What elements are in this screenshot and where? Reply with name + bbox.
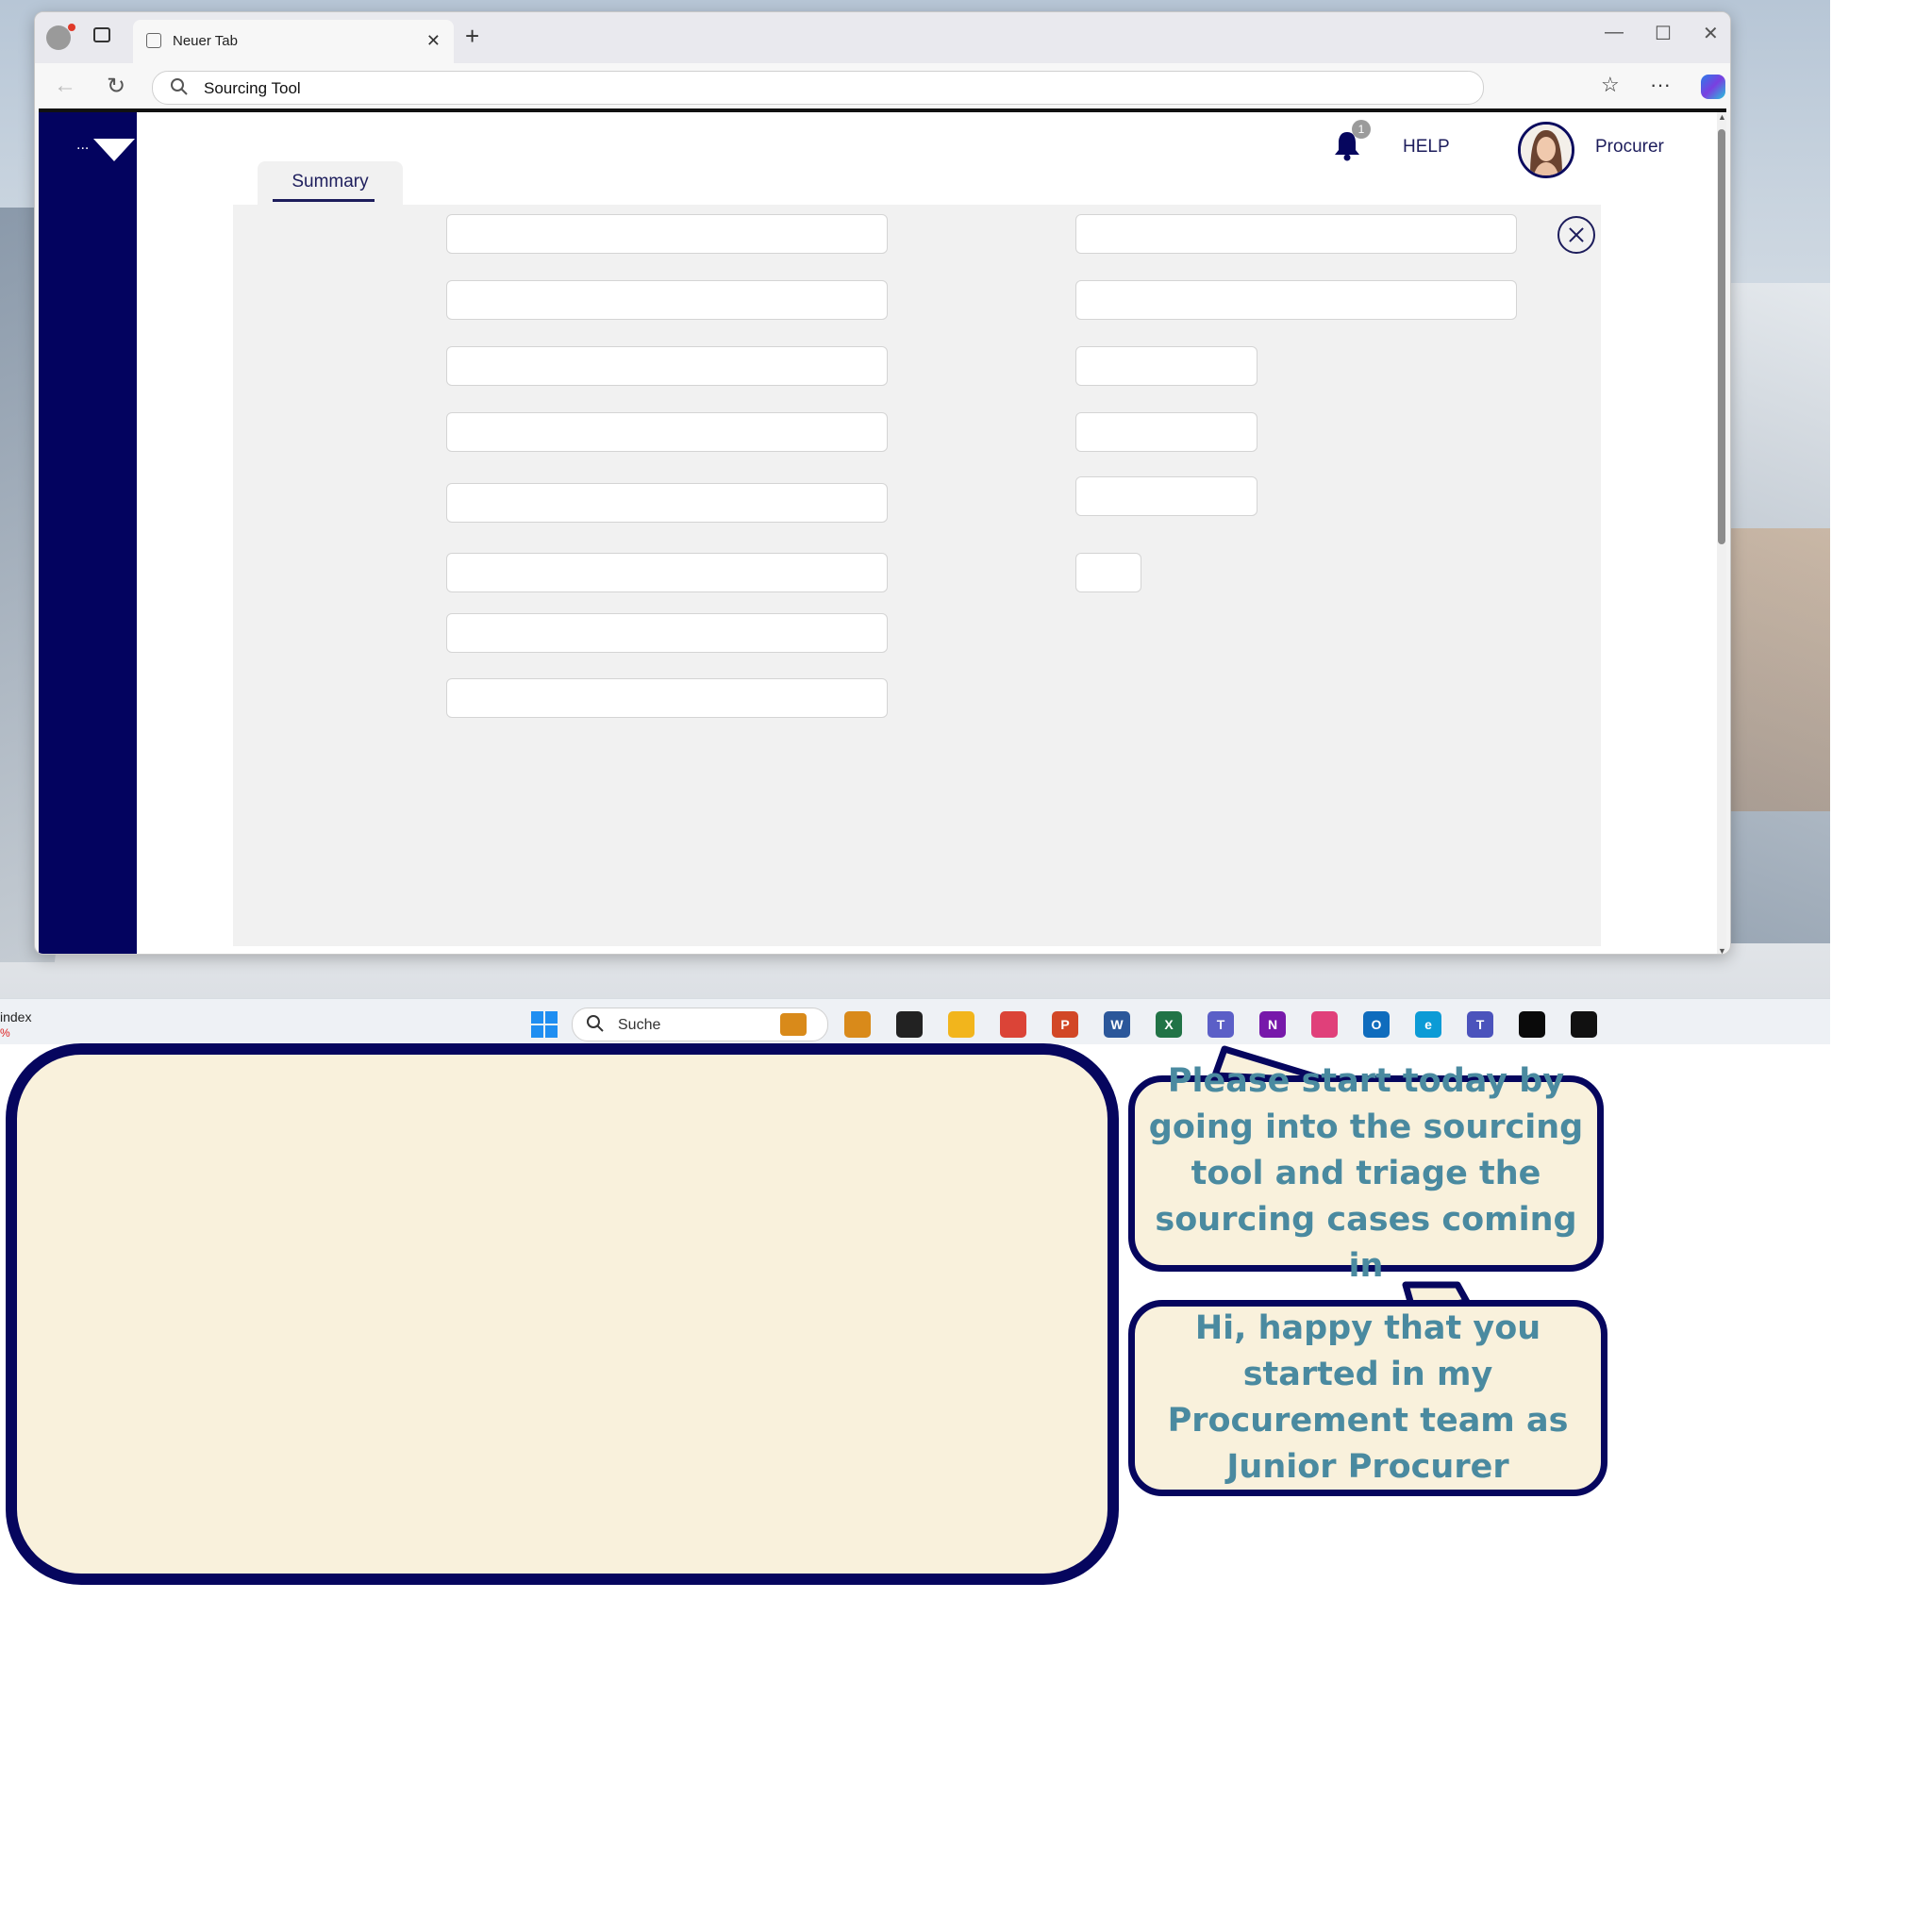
user-avatar[interactable]	[1518, 122, 1574, 178]
address-text: Sourcing Tool	[204, 79, 301, 97]
scroll-up-arrow-icon[interactable]: ▲	[1718, 112, 1726, 122]
back-button[interactable]: ←	[54, 73, 76, 99]
summary-panel	[233, 205, 1601, 946]
tab-summary-label: Summary	[291, 172, 369, 192]
minimize-button[interactable]: —	[1605, 22, 1624, 43]
file-explorer-icon[interactable]	[948, 1011, 974, 1038]
instruction-text: Please start today by going into the sou…	[1148, 1061, 1584, 1285]
form-field-right-6[interactable]	[1075, 553, 1141, 592]
teams-new-icon[interactable]: T	[1467, 1011, 1493, 1038]
edge-icon[interactable]: e	[1415, 1011, 1441, 1038]
onenote-icon[interactable]: N	[1259, 1011, 1286, 1038]
index-widget-value: %	[0, 1026, 10, 1040]
index-widget-label: index	[0, 1009, 32, 1024]
form-field-left-4[interactable]	[446, 412, 888, 452]
new-tab-button[interactable]: +	[465, 24, 479, 48]
new-tab-favicon-icon	[146, 33, 161, 48]
reload-button[interactable]: ↻	[107, 73, 125, 100]
form-field-right-2[interactable]	[1075, 280, 1517, 320]
teams-icon[interactable]: T	[1208, 1011, 1234, 1038]
sourcing-tool-page: ... 1 HELP Procurer Summary ▲ ▼	[39, 108, 1726, 954]
close-window-button[interactable]: ✕	[1703, 22, 1719, 45]
scroll-down-arrow-icon[interactable]: ▼	[1718, 946, 1726, 954]
search-highlight-icon	[780, 1013, 807, 1036]
form-field-left-6[interactable]	[446, 553, 888, 592]
briefcase-icon[interactable]	[844, 1011, 871, 1038]
form-field-right-1[interactable]	[1075, 214, 1517, 254]
form-field-right-3[interactable]	[1075, 346, 1257, 386]
app-sidebar: ...	[39, 112, 137, 954]
powerpoint-icon[interactable]: P	[1052, 1011, 1078, 1038]
form-field-left-2[interactable]	[446, 280, 888, 320]
tab-close-icon[interactable]: ✕	[426, 31, 441, 51]
profile-icon[interactable]	[46, 25, 71, 50]
more-options-icon[interactable]: ···	[1650, 73, 1671, 97]
word-icon[interactable]: W	[1104, 1011, 1130, 1038]
browser-tab-bar: Neuer Tab ✕ + — ☐ ✕	[35, 12, 1730, 63]
form-field-left-5[interactable]	[446, 483, 888, 523]
excel-icon[interactable]: X	[1156, 1011, 1182, 1038]
terminal-icon[interactable]	[896, 1011, 923, 1038]
favorites-icon[interactable]: ☆	[1601, 73, 1620, 97]
taskbar-search-box[interactable]: Suche	[572, 1008, 828, 1041]
taskbar-search-icon	[587, 1015, 604, 1032]
webex-icon[interactable]	[1519, 1011, 1545, 1038]
main-speech-bubble	[6, 1043, 1119, 1585]
chrome-icon[interactable]	[1000, 1011, 1026, 1038]
user-role-label[interactable]: Procurer	[1595, 137, 1664, 158]
form-field-left-1[interactable]	[446, 214, 888, 254]
help-link[interactable]: HELP	[1403, 137, 1450, 158]
sidebar-collapse-icon[interactable]	[93, 139, 135, 161]
tab-summary[interactable]: Summary	[258, 161, 403, 205]
browser-window: Neuer Tab ✕ + — ☐ ✕ ← ↻ Sourcing Tool ☆ …	[34, 11, 1731, 955]
snipping-tool-icon[interactable]	[1311, 1011, 1338, 1038]
browser-tab[interactable]: Neuer Tab ✕	[133, 20, 454, 63]
notification-count-badge: 1	[1352, 120, 1371, 139]
greeting-text: Hi, happy that you started in my Procure…	[1167, 1309, 1569, 1486]
page-scrollbar[interactable]: ▲ ▼	[1717, 112, 1726, 954]
form-field-left-3[interactable]	[446, 346, 888, 386]
scrollbar-thumb[interactable]	[1718, 129, 1725, 544]
sidebar-menu-dots[interactable]: ...	[76, 137, 89, 154]
search-icon	[171, 78, 188, 95]
app-diamond-icon[interactable]	[1571, 1011, 1597, 1038]
maximize-button[interactable]: ☐	[1655, 22, 1672, 45]
browser-tab-title: Neuer Tab	[173, 33, 238, 49]
browser-toolbar: ← ↻ Sourcing Tool ☆ ···	[35, 63, 1730, 110]
form-field-right-4[interactable]	[1075, 412, 1257, 452]
speech-bubble-greeting: Hi, happy that you started in my Procure…	[1128, 1300, 1607, 1496]
wallpaper-rock-right	[1726, 528, 1830, 811]
form-field-left-8[interactable]	[446, 678, 888, 718]
form-field-right-5[interactable]	[1075, 476, 1257, 516]
form-field-left-7[interactable]	[446, 613, 888, 653]
copilot-icon[interactable]	[1701, 75, 1725, 99]
active-tab-indicator	[273, 199, 375, 202]
outlook-icon[interactable]: O	[1363, 1011, 1390, 1038]
close-panel-icon[interactable]	[1557, 216, 1595, 254]
windows-start-icon[interactable]	[531, 1011, 558, 1038]
taskbar-search-placeholder: Suche	[618, 1017, 661, 1033]
profile-notification-dot	[68, 24, 75, 31]
address-bar[interactable]: Sourcing Tool	[152, 71, 1484, 105]
speech-bubble-instruction: Please start today by going into the sou…	[1128, 1062, 1604, 1285]
tab-actions-icon[interactable]	[93, 27, 110, 42]
